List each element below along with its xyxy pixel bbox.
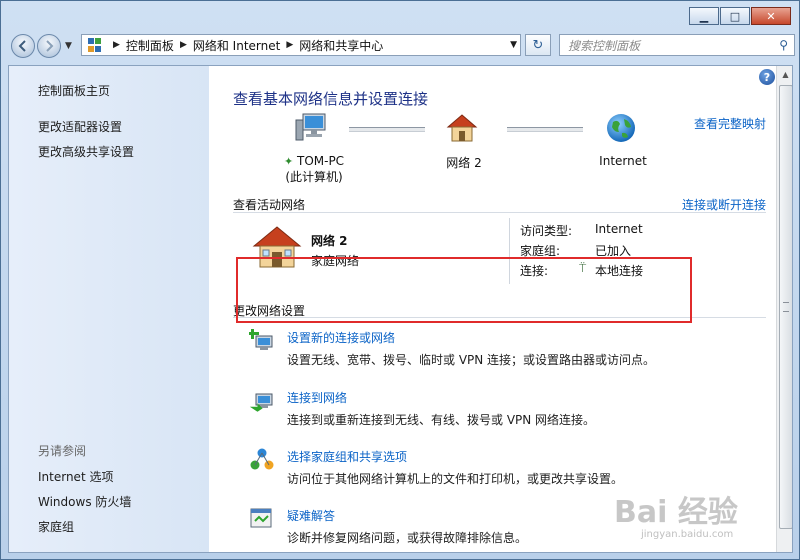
active-network-name: 网络 2 [311, 234, 348, 248]
sidebar: 控制面板主页 更改适配器设置 更改高级共享设置 另请参阅 Internet 选项… [9, 66, 209, 552]
refresh-icon: ↻ [532, 37, 544, 53]
refresh-button[interactable]: ↻ [525, 34, 551, 56]
sidebar-control-panel-home[interactable]: 控制面板主页 [38, 82, 110, 99]
minimize-button[interactable]: ▁ [689, 7, 719, 25]
connection-line [507, 127, 583, 132]
control-panel-icon [88, 38, 102, 52]
arrow-right-icon [46, 40, 54, 52]
highlight-annotation-box [236, 257, 692, 323]
sidebar-change-adapter-settings[interactable]: 更改适配器设置 [38, 118, 122, 135]
troubleshoot-icon [250, 508, 272, 528]
node-this-computer: ✦ TOM-PC (此计算机) [269, 154, 359, 185]
access-type-label: 访问类型: [520, 224, 573, 238]
task-setup-connection-link[interactable]: 设置新的连接或网络 [287, 329, 395, 346]
sidebar-change-advanced-sharing[interactable]: 更改高级共享设置 [38, 143, 134, 160]
scrollbar-thumb[interactable] [779, 85, 792, 529]
vertical-scrollbar[interactable]: ▲ [776, 66, 792, 552]
watermark-brand: Bai 经验 [614, 495, 738, 530]
small-network-icon: ✦ [283, 155, 294, 168]
breadcrumb-separator-icon[interactable]: ▶ [286, 40, 293, 50]
help-icon[interactable]: ? [759, 69, 775, 85]
node-internet: Internet [599, 154, 647, 168]
recent-pages-dropdown-icon[interactable]: ▼ [65, 41, 72, 51]
breadcrumb-separator-icon[interactable]: ▶ [180, 40, 187, 50]
new-connection-icon [249, 329, 273, 350]
search-box[interactable]: ⚲ [559, 34, 795, 56]
arrow-left-icon [18, 40, 26, 52]
sidebar-internet-options[interactable]: Internet 选项 [38, 468, 113, 485]
computer-name: TOM-PC [296, 154, 345, 168]
homegroup-icon [250, 448, 274, 470]
navigation-bar: ▼ ▶ 控制面板 ▶ 网络和 Internet ▶ 网络和共享中心 ▼ ↻ ⚲ [9, 33, 795, 59]
task-setup-connection-desc: 设置无线、宽带、拨号、临时或 VPN 连接；或设置路由器或访问点。 [287, 353, 656, 367]
connection-line [349, 127, 425, 132]
breadcrumb-control-panel[interactable]: 控制面板 [126, 37, 174, 54]
task-homegroup-sharing-link[interactable]: 选择家庭组和共享选项 [287, 448, 407, 465]
sidebar-windows-firewall[interactable]: Windows 防火墙 [38, 493, 131, 510]
connect-disconnect-link[interactable]: 连接或断开连接 [682, 196, 766, 213]
globe-icon [607, 114, 635, 142]
back-button[interactable] [11, 34, 35, 58]
watermark-url: jingyan.baidu.com [641, 529, 734, 540]
connect-network-icon [249, 393, 273, 412]
see-also-heading: 另请参阅 [38, 444, 87, 458]
active-networks-label: 查看活动网络 [233, 198, 306, 212]
task-connect-network-desc: 连接到或重新连接到无线、有线、拨号或 VPN 网络连接。 [287, 413, 596, 427]
breadcrumb-separator-icon[interactable]: ▶ [113, 40, 120, 50]
task-connect-network-link[interactable]: 连接到网络 [287, 389, 347, 406]
search-icon[interactable]: ⚲ [779, 38, 788, 52]
breadcrumb-network-internet[interactable]: 网络和 Internet [193, 37, 280, 54]
node-network: 网络 2 [446, 156, 482, 170]
sidebar-homegroup[interactable]: 家庭组 [38, 518, 74, 535]
address-dropdown-icon[interactable]: ▼ [510, 40, 517, 50]
search-input[interactable] [566, 36, 770, 56]
forward-button[interactable] [37, 34, 61, 58]
computer-icon [295, 113, 326, 141]
access-type-value: Internet [595, 222, 643, 236]
page-title: 查看基本网络信息并设置连接 [233, 90, 429, 108]
divider [233, 212, 766, 213]
home-network-icon [446, 114, 478, 142]
this-computer-label: (此计算机) [285, 170, 343, 184]
task-troubleshoot-desc: 诊断并修复网络问题，或获得故障排除信息。 [287, 531, 528, 545]
close-button[interactable]: ✕ [751, 7, 791, 25]
task-troubleshoot-link[interactable]: 疑难解答 [287, 507, 335, 524]
see-full-map-link[interactable]: 查看完整映射 [694, 115, 766, 132]
task-homegroup-sharing-desc: 访问位于其他网络计算机上的文件和打印机，或更改共享设置。 [287, 472, 624, 486]
window: ▁ □ ✕ ▼ ▶ 控制面板 ▶ 网络和 Internet ▶ 网络和共享中心 … [0, 0, 800, 560]
address-bar[interactable]: ▶ 控制面板 ▶ 网络和 Internet ▶ 网络和共享中心 ▼ [81, 34, 521, 56]
scroll-up-icon[interactable]: ▲ [777, 66, 792, 83]
breadcrumb-network-sharing-center[interactable]: 网络和共享中心 [299, 37, 383, 54]
maximize-button[interactable]: □ [720, 7, 750, 25]
caption-buttons: ▁ □ ✕ [689, 7, 791, 25]
